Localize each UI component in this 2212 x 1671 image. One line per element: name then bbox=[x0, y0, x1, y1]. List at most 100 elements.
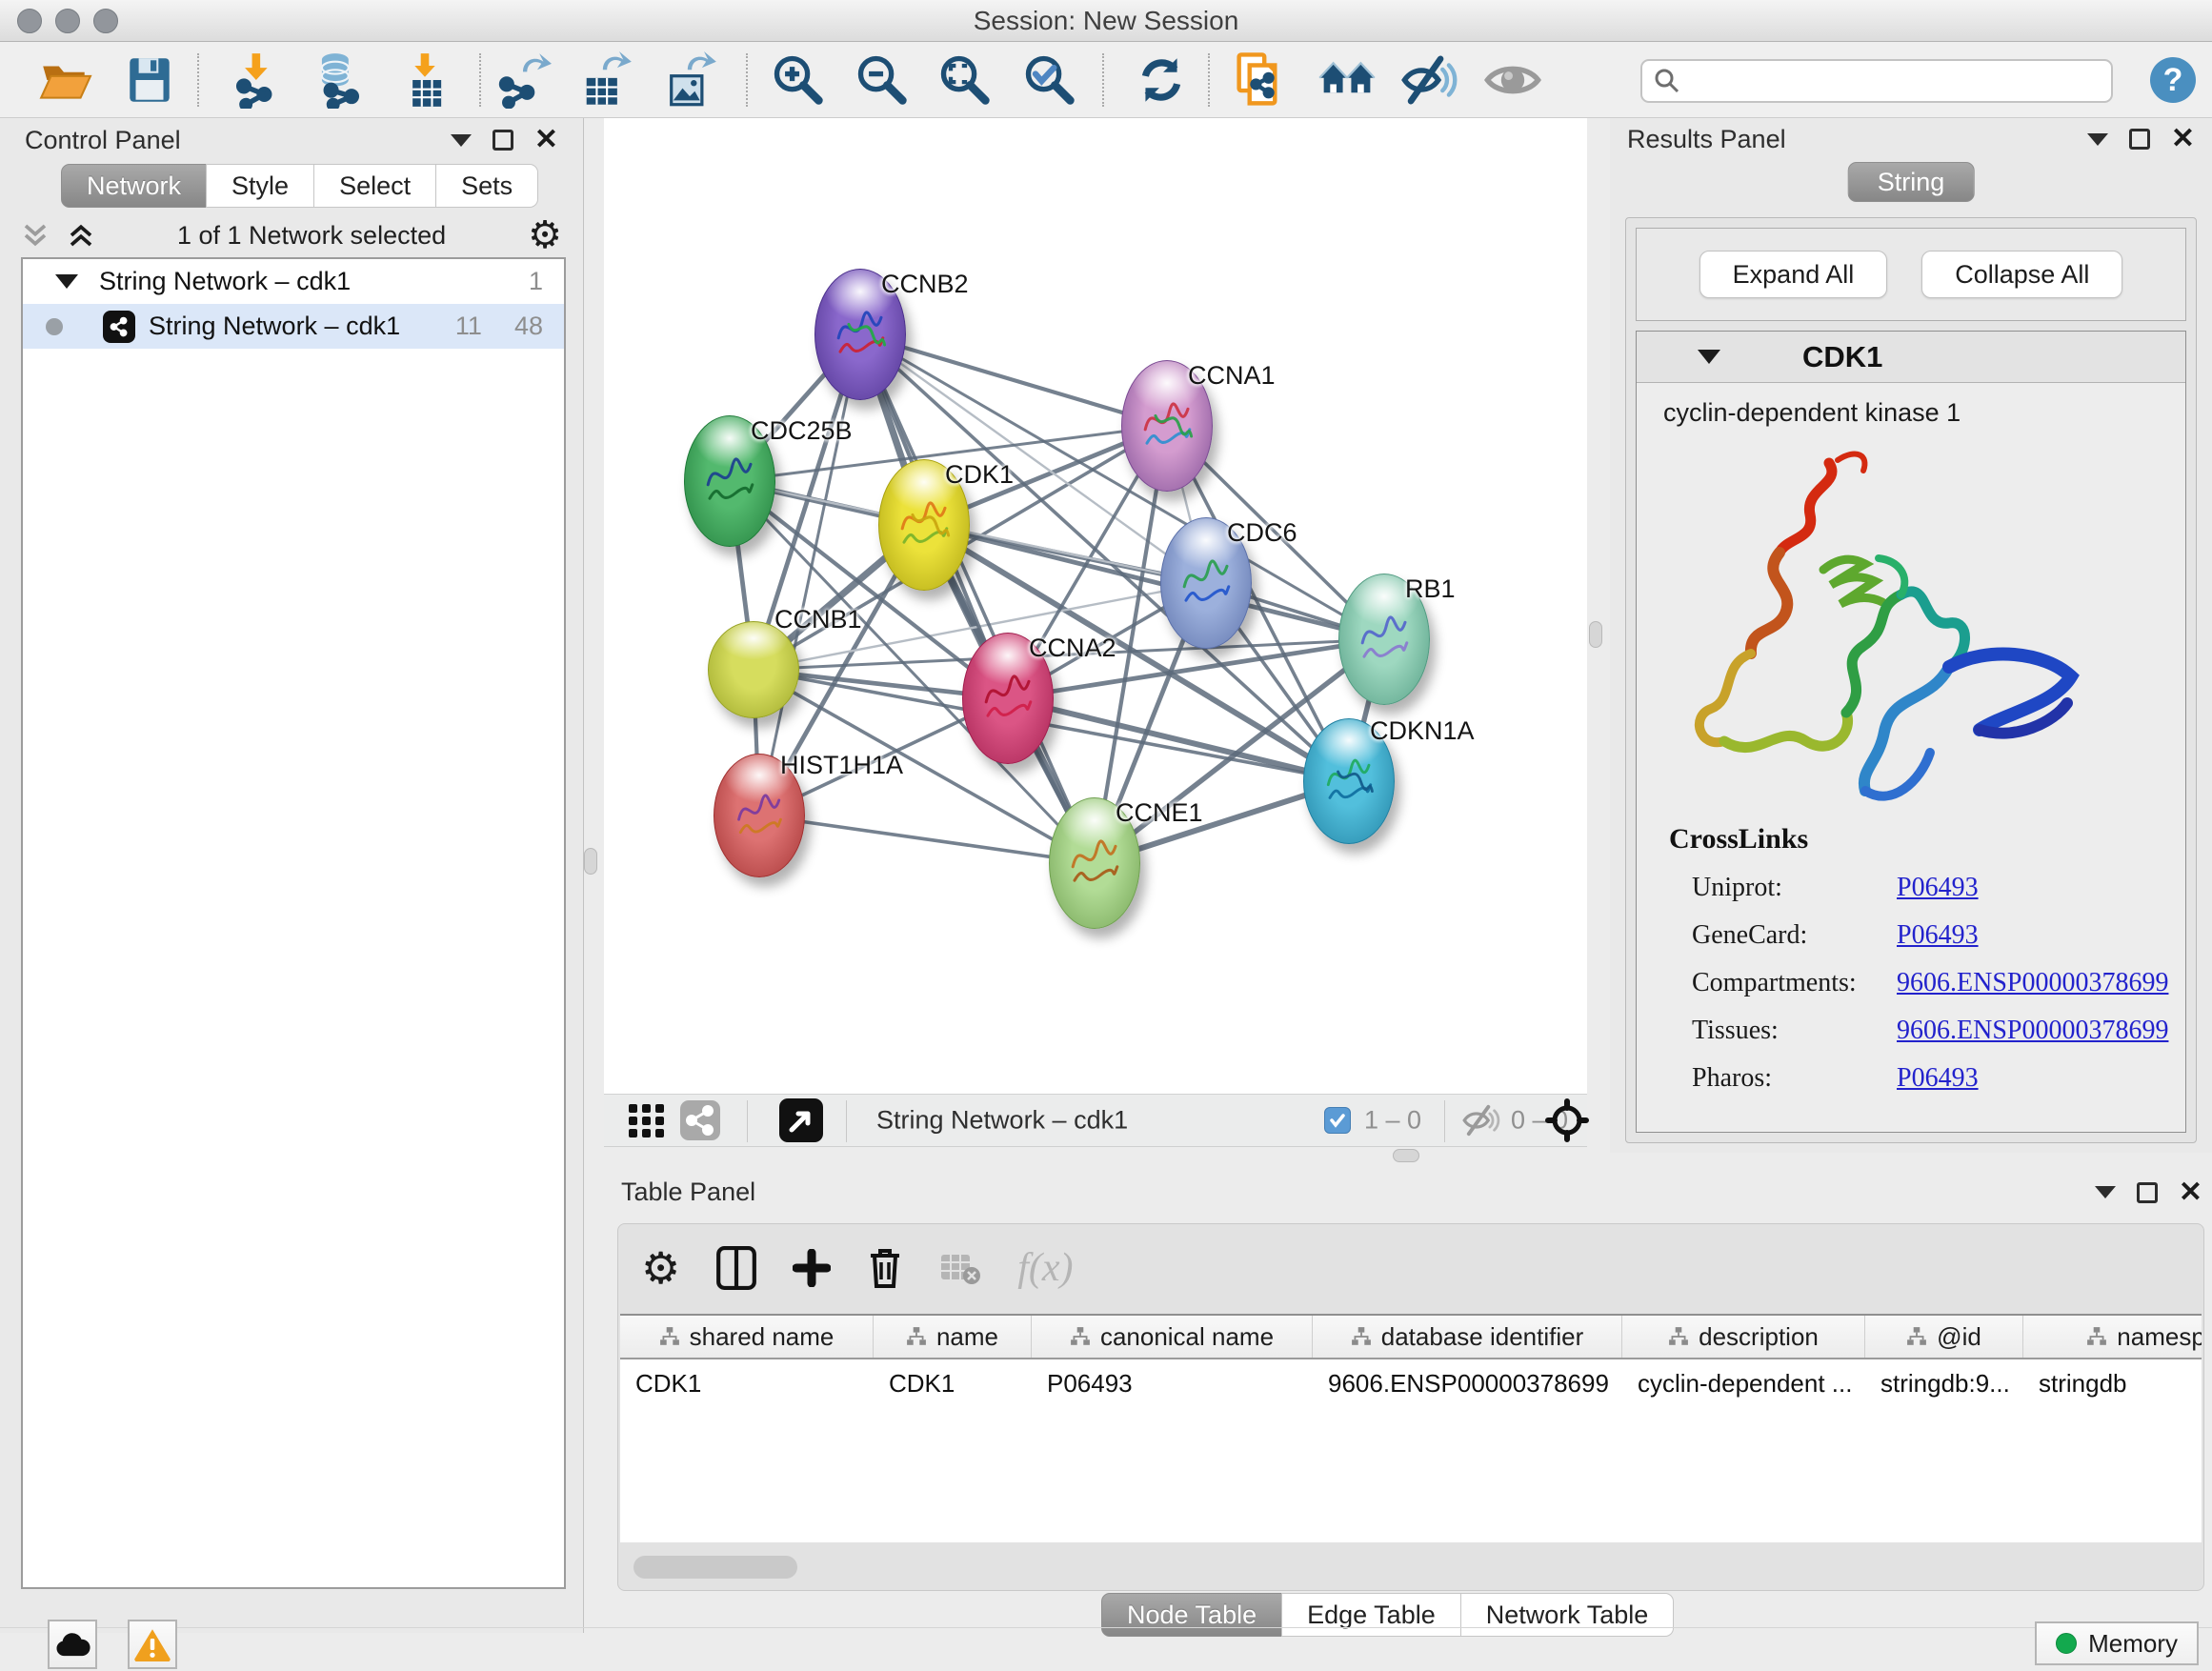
crosslink-link[interactable]: P06493 bbox=[1897, 920, 1979, 951]
right-splitter-handle[interactable] bbox=[1589, 621, 1602, 648]
panel-close-icon[interactable]: ✕ bbox=[534, 130, 558, 151]
panel-close-icon[interactable]: ✕ bbox=[2179, 1182, 2202, 1203]
cloud-services-button[interactable] bbox=[48, 1620, 97, 1669]
column-header-database-identifier[interactable]: database identifier bbox=[1313, 1316, 1622, 1358]
crosslinks-block: CrossLinks Uniprot:P06493GeneCard:P06493… bbox=[1637, 823, 2185, 1094]
cdk1-section-header[interactable]: CDK1 bbox=[1637, 332, 2185, 383]
collapse-all-icon[interactable] bbox=[21, 221, 50, 250]
section-collapse-icon[interactable] bbox=[1698, 350, 1720, 364]
save-session-icon[interactable] bbox=[122, 52, 177, 108]
network-edge[interactable] bbox=[860, 334, 1167, 426]
network-options-gear-icon[interactable]: ⚙ bbox=[528, 216, 562, 254]
column-header--id[interactable]: @id bbox=[1865, 1316, 2023, 1358]
crosslink-link[interactable]: P06493 bbox=[1897, 873, 1979, 903]
table-container: ⚙ f(x) shared namenamecanonical namedata… bbox=[617, 1223, 2204, 1591]
tab-select[interactable]: Select bbox=[313, 164, 436, 208]
hide-selected-icon[interactable] bbox=[1400, 50, 1459, 110]
table-cell[interactable]: CDK1 bbox=[620, 1359, 874, 1407]
close-window-button[interactable] bbox=[17, 9, 42, 33]
table-horizontal-scrollbar[interactable] bbox=[633, 1556, 797, 1579]
fit-content-crosshair-icon[interactable] bbox=[1545, 1098, 1589, 1142]
panel-close-icon[interactable]: ✕ bbox=[2171, 129, 2195, 150]
network-edge[interactable] bbox=[924, 525, 1384, 639]
selected-checkbox-icon[interactable] bbox=[1324, 1107, 1351, 1134]
panel-float-icon[interactable] bbox=[2129, 129, 2150, 150]
collection-expand-icon[interactable] bbox=[55, 274, 78, 289]
crosslink-link[interactable]: 9606.ENSP00000378699 bbox=[1897, 1016, 2168, 1046]
column-header-shared-name[interactable]: shared name bbox=[620, 1316, 874, 1358]
import-network-icon[interactable] bbox=[230, 51, 287, 109]
network-edge[interactable] bbox=[759, 334, 860, 815]
add-column-icon[interactable] bbox=[793, 1249, 831, 1287]
network-status-dot bbox=[46, 318, 63, 335]
panel-float-icon[interactable] bbox=[493, 130, 513, 151]
tab-network[interactable]: Network bbox=[61, 164, 207, 208]
collapse-all-button[interactable]: Collapse All bbox=[1921, 251, 2122, 298]
string-home-icon[interactable] bbox=[1317, 50, 1377, 110]
delete-column-icon[interactable] bbox=[867, 1246, 903, 1290]
zoom-out-icon[interactable] bbox=[854, 51, 911, 109]
table-row[interactable]: CDK1CDK1P064939606.ENSP00000378699cyclin… bbox=[620, 1359, 2202, 1407]
network-list: String Network – cdk1 1 String Network –… bbox=[21, 257, 566, 1589]
network-canvas[interactable]: CCNB2CCNA1CDC25BCDK1CDC6RB1CCNB1CCNA2CDK… bbox=[604, 118, 1587, 1094]
tab-style[interactable]: Style bbox=[206, 164, 314, 208]
tab-sets[interactable]: Sets bbox=[435, 164, 538, 208]
panel-menu-icon[interactable] bbox=[451, 134, 472, 147]
open-session-icon[interactable] bbox=[37, 52, 92, 108]
left-splitter-handle[interactable] bbox=[584, 848, 597, 875]
column-header-canonical-name[interactable]: canonical name bbox=[1032, 1316, 1313, 1358]
import-table-icon[interactable] bbox=[396, 51, 453, 109]
new-network-from-selection-icon[interactable] bbox=[1233, 50, 1292, 110]
memory-button[interactable]: Memory bbox=[2035, 1621, 2199, 1665]
panel-menu-icon[interactable] bbox=[2095, 1186, 2116, 1198]
detach-view-icon[interactable] bbox=[779, 1098, 823, 1142]
table-cell[interactable]: stringdb bbox=[2023, 1359, 2202, 1407]
table-cell[interactable]: 9606.ENSP00000378699 bbox=[1313, 1359, 1622, 1407]
column-header-name[interactable]: name bbox=[874, 1316, 1032, 1358]
zoom-fit-icon[interactable] bbox=[936, 51, 994, 109]
table-cell[interactable]: stringdb:9... bbox=[1865, 1359, 2023, 1407]
panel-float-icon[interactable] bbox=[2137, 1182, 2158, 1203]
protein-thumbnail-icon bbox=[1318, 744, 1380, 822]
help-icon[interactable]: ? bbox=[2148, 55, 2198, 105]
export-table-icon[interactable] bbox=[576, 51, 633, 109]
show-columns-icon[interactable] bbox=[716, 1246, 756, 1290]
table-cell[interactable]: P06493 bbox=[1032, 1359, 1313, 1407]
export-network-icon[interactable] bbox=[494, 51, 552, 109]
minimize-window-button[interactable] bbox=[55, 9, 80, 33]
refresh-icon[interactable] bbox=[1134, 52, 1189, 108]
column-header-label: name bbox=[936, 1322, 998, 1352]
crosslink-link[interactable]: 9606.ENSP00000378699 bbox=[1897, 968, 2168, 998]
table-cell[interactable]: CDK1 bbox=[874, 1359, 1032, 1407]
expand-all-icon[interactable] bbox=[67, 221, 95, 250]
table-options-gear-icon[interactable]: ⚙ bbox=[641, 1249, 680, 1287]
import-network-database-icon[interactable] bbox=[309, 51, 366, 109]
show-all-icon[interactable] bbox=[1483, 50, 1542, 110]
zoom-window-button[interactable] bbox=[93, 9, 118, 33]
network-edge[interactable] bbox=[860, 334, 1095, 863]
network-overview-share-icon[interactable] bbox=[680, 1100, 720, 1140]
network-edge[interactable] bbox=[759, 815, 1095, 863]
network-collection-row[interactable]: String Network – cdk1 1 bbox=[23, 259, 564, 304]
network-edges-layer bbox=[604, 118, 1587, 1094]
expand-all-button[interactable]: Expand All bbox=[1699, 251, 1888, 298]
panel-menu-icon[interactable] bbox=[2087, 133, 2108, 146]
export-image-icon[interactable] bbox=[661, 51, 718, 109]
node-label-hist1h1a: HIST1H1A bbox=[780, 751, 903, 780]
crosslink-link[interactable]: P06493 bbox=[1897, 1063, 1979, 1094]
network-node-ccnb1[interactable] bbox=[708, 621, 799, 718]
birds-eye-view-icon[interactable] bbox=[627, 1100, 667, 1140]
network-row[interactable]: String Network – cdk1 11 48 bbox=[23, 304, 564, 349]
table-cell[interactable]: cyclin-dependent ... bbox=[1622, 1359, 1865, 1407]
zoom-in-icon[interactable] bbox=[770, 51, 827, 109]
main-toolbar: ? bbox=[0, 42, 2212, 118]
search-input[interactable] bbox=[1688, 67, 2100, 96]
warnings-button[interactable] bbox=[128, 1620, 177, 1669]
tab-string[interactable]: String bbox=[1848, 162, 1975, 202]
column-header-namespace[interactable]: namespace bbox=[2023, 1316, 2202, 1358]
node-label-rb1: RB1 bbox=[1405, 574, 1456, 604]
title-bar: Session: New Session bbox=[0, 0, 2212, 42]
column-header-description[interactable]: description bbox=[1622, 1316, 1865, 1358]
zoom-selected-icon[interactable] bbox=[1021, 51, 1078, 109]
collection-label: String Network – cdk1 bbox=[99, 267, 529, 296]
